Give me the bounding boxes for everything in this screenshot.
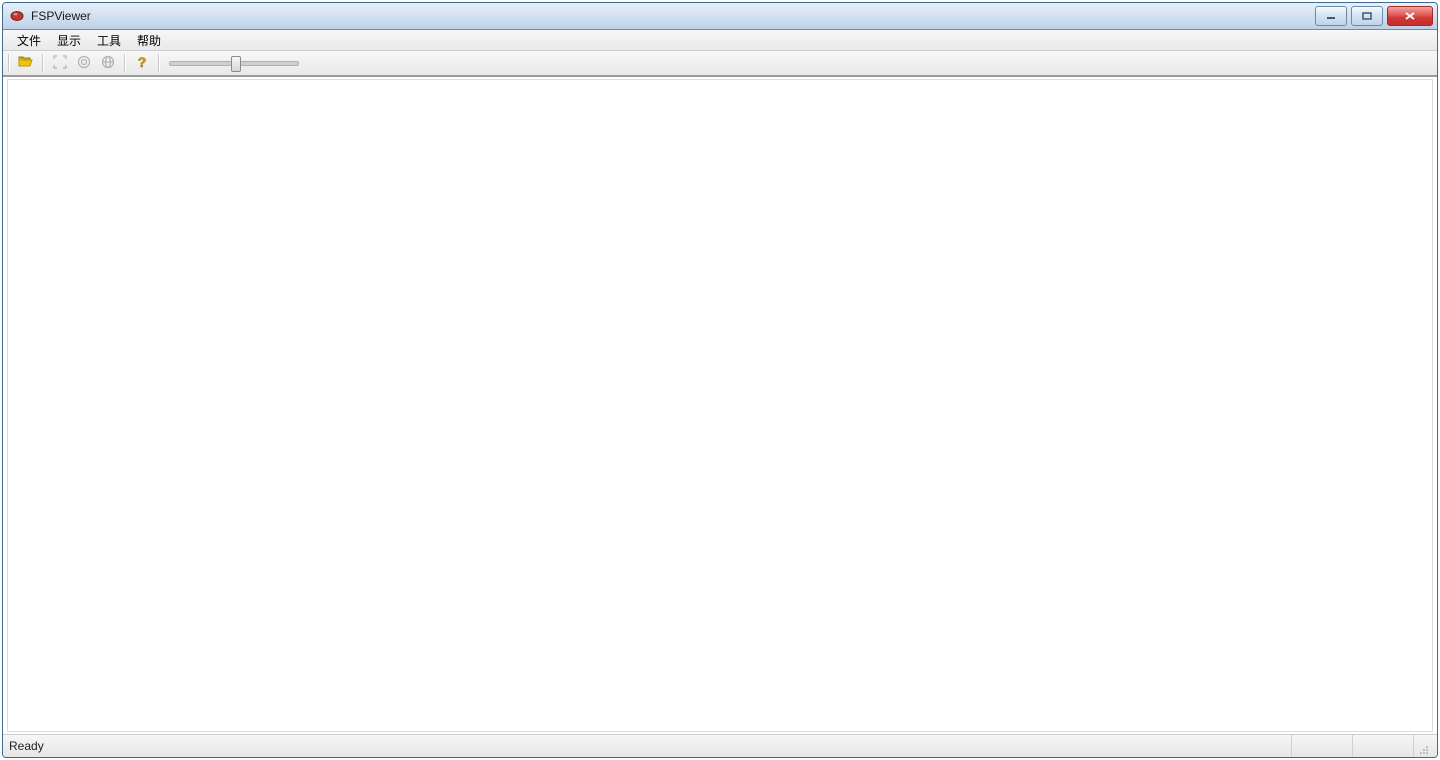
status-bar: Ready — [3, 734, 1437, 757]
target-button[interactable] — [73, 53, 95, 73]
zoom-slider[interactable] — [169, 54, 299, 72]
help-button[interactable]: ? — [131, 53, 153, 73]
help-icon: ? — [134, 54, 150, 73]
status-cell — [1291, 735, 1352, 757]
minimize-button[interactable] — [1315, 6, 1347, 26]
slider-thumb[interactable] — [231, 56, 241, 72]
svg-text:?: ? — [138, 54, 147, 70]
globe-button[interactable] — [97, 53, 119, 73]
toolbar-separator — [8, 54, 10, 72]
viewport-area[interactable] — [7, 79, 1433, 732]
window-control-buttons — [1315, 6, 1433, 26]
window-title: FSPViewer — [31, 9, 1315, 23]
resize-grip[interactable] — [1413, 735, 1431, 757]
menu-view[interactable]: 显示 — [49, 30, 89, 51]
fullscreen-icon — [52, 54, 68, 73]
maximize-button[interactable] — [1351, 6, 1383, 26]
title-bar: FSPViewer — [3, 3, 1437, 30]
open-folder-icon — [18, 54, 34, 73]
toolbar: ? — [3, 51, 1437, 77]
toolbar-separator — [124, 54, 126, 72]
target-icon — [76, 54, 92, 73]
status-cell — [1352, 735, 1413, 757]
app-window: FSPViewer 文件 显示 工具 帮助 — [2, 2, 1438, 758]
menu-bar: 文件 显示 工具 帮助 — [3, 30, 1437, 51]
menu-help[interactable]: 帮助 — [129, 30, 169, 51]
globe-icon — [100, 54, 116, 73]
fullscreen-button[interactable] — [49, 53, 71, 73]
close-button[interactable] — [1387, 6, 1433, 26]
open-button[interactable] — [15, 53, 37, 73]
status-text: Ready — [9, 739, 1291, 753]
menu-tools[interactable]: 工具 — [89, 30, 129, 51]
app-icon — [9, 8, 25, 24]
toolbar-separator — [42, 54, 44, 72]
menu-file[interactable]: 文件 — [9, 30, 49, 51]
toolbar-separator — [158, 54, 160, 72]
